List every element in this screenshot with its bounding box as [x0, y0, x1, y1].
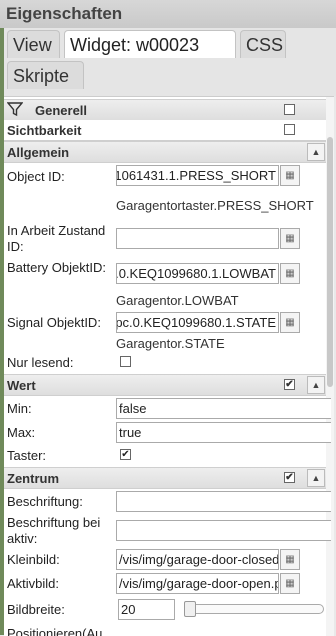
section-sichtbarkeit-checkbox[interactable]	[284, 124, 295, 135]
beschriftung-label: Beschriftung:	[7, 494, 83, 509]
object-id-input[interactable]: hm-rpc.0.KEQ1061431.1.PRESS_SHORT	[116, 165, 279, 186]
kleinbild-input[interactable]: /vis/img/garage-door-closed.png	[116, 549, 279, 570]
list-picker-icon[interactable]: ▦	[280, 228, 300, 249]
bildbreite-label: Bildbreite:	[7, 602, 65, 617]
section-generell[interactable]: Generell	[4, 99, 326, 121]
nur-lesend-label: Nur lesend:	[7, 355, 74, 370]
chevron-up-icon[interactable]: ▲	[307, 376, 325, 394]
tab-view[interactable]: View	[7, 30, 60, 58]
aktivbild-label: Aktivbild:	[7, 576, 60, 591]
list-picker-icon[interactable]: ▦	[280, 549, 300, 570]
battery-input[interactable]: hm-rpc.0.KEQ1099680.1.LOWBAT	[116, 263, 279, 284]
aktivbild-input[interactable]: /vis/img/garage-door-open.png	[116, 573, 279, 594]
chevron-up-icon[interactable]: ▲	[307, 143, 325, 161]
taster-checkbox[interactable]: ✔	[120, 449, 131, 460]
in-arbeit-label: In Arbeit Zustand ID:	[7, 223, 106, 254]
chevron-up-icon[interactable]: ▲	[307, 469, 325, 487]
max-input[interactable]: true	[116, 422, 331, 443]
list-picker-icon[interactable]: ▦	[280, 312, 300, 333]
tab-skripte[interactable]: Skripte	[7, 61, 84, 89]
section-zentrum[interactable]: Zentrum ✔ ▲	[4, 467, 326, 489]
bildbreite-input[interactable]: 20	[118, 599, 175, 620]
signal-hint: Garagentor.STATE	[116, 336, 225, 351]
section-wert-checkbox[interactable]: ✔	[284, 379, 295, 390]
tab-bar: View Widget: w00023 CSS Skripte	[4, 28, 336, 96]
kleinbild-label: Kleinbild:	[7, 552, 60, 567]
bildbreite-slider[interactable]	[184, 604, 324, 614]
section-wert-label: Wert	[7, 378, 36, 393]
min-label: Min:	[7, 401, 32, 416]
section-generell-checkbox[interactable]	[284, 104, 295, 115]
section-zentrum-checkbox[interactable]: ✔	[284, 472, 295, 483]
beschriftung-aktiv-input[interactable]	[116, 520, 331, 541]
list-picker-icon[interactable]: ▦	[280, 573, 300, 594]
window-title-bar: Eigenschaften	[0, 0, 336, 29]
battery-hint: Garagentor.LOWBAT	[116, 293, 239, 308]
beschriftung-input[interactable]	[116, 491, 331, 512]
nur-lesend-checkbox[interactable]	[120, 356, 131, 367]
taster-label: Taster:	[7, 448, 47, 463]
section-wert[interactable]: Wert ✔ ▲	[4, 374, 326, 396]
scrollbar-thumb[interactable]	[327, 137, 333, 387]
section-allgemein[interactable]: Allgemein ▲	[4, 141, 326, 163]
min-input[interactable]: false	[116, 398, 331, 419]
section-sichtbarkeit[interactable]: Sichtbarkeit	[4, 120, 326, 141]
scrollbar[interactable]	[326, 97, 334, 636]
list-picker-icon[interactable]: ▦	[280, 165, 300, 186]
object-id-label: Object ID:	[7, 169, 65, 184]
section-sichtbarkeit-label: Sichtbarkeit	[7, 123, 82, 138]
section-zentrum-label: Zentrum	[7, 471, 59, 486]
properties-panel: Generell Sichtbarkeit Allgemein ▲ Object…	[4, 96, 334, 636]
max-label: Max:	[7, 425, 36, 440]
list-picker-icon[interactable]: ▦	[280, 263, 300, 284]
battery-label: Battery ObjektID:	[7, 260, 106, 275]
object-id-hint: Garagentortaster.PRESS_SHORT	[116, 198, 314, 213]
section-generell-label: Generell	[35, 103, 88, 118]
beschriftung-aktiv-label: Beschriftung bei aktiv:	[7, 515, 101, 546]
section-allgemein-label: Allgemein	[7, 145, 70, 160]
slider-handle[interactable]	[184, 601, 196, 617]
signal-input[interactable]: hm-rpc.0.KEQ1099680.1.STATE	[116, 312, 279, 333]
tab-widget[interactable]: Widget: w00023	[64, 30, 236, 58]
signal-label: Signal ObjektID:	[7, 315, 101, 330]
filter-icon[interactable]	[6, 101, 24, 120]
window-title: Eigenschaften	[6, 4, 123, 23]
tab-css[interactable]: CSS	[240, 30, 286, 58]
in-arbeit-input[interactable]	[116, 228, 279, 249]
